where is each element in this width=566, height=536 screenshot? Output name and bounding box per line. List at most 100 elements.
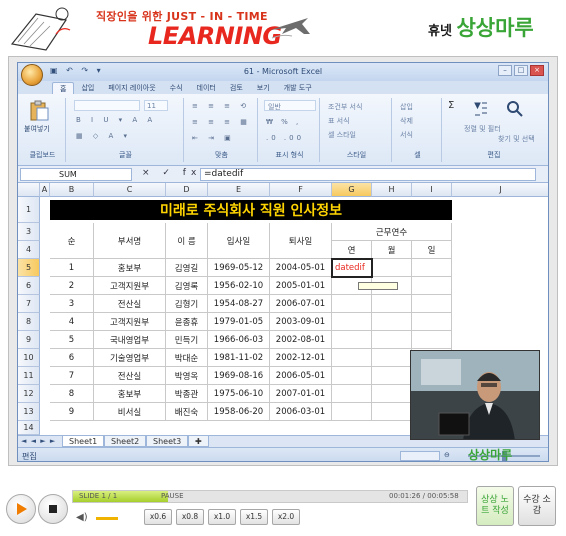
select-all-corner[interactable] — [18, 183, 40, 197]
header-join-date[interactable]: 입사일 — [208, 223, 270, 259]
cell-leave-date[interactable]: 2004-05-01 — [270, 259, 332, 277]
header-name[interactable]: 이 름 — [166, 223, 208, 259]
decimal-buttons[interactable]: .0 .00 — [266, 134, 304, 142]
cell-no[interactable]: 4 — [50, 313, 94, 331]
formula-controls[interactable]: × ✓ fx — [142, 168, 201, 178]
speed-button-1-5[interactable]: x1.5 — [240, 509, 268, 525]
speed-button-2-0[interactable]: x2.0 — [272, 509, 300, 525]
cell-month[interactable] — [372, 403, 412, 421]
cell-no[interactable]: 6 — [50, 349, 94, 367]
cell-dept[interactable]: 전산실 — [94, 367, 166, 385]
paste-label[interactable]: 붙여넣기 — [24, 124, 50, 134]
cell-join-date[interactable]: 1969-05-12 — [208, 259, 270, 277]
paste-icon[interactable] — [28, 100, 50, 122]
cell-no[interactable]: 7 — [50, 367, 94, 385]
row-header[interactable]: 5 — [18, 259, 40, 277]
volume-icon[interactable]: ◀) — [76, 512, 88, 523]
cell-no[interactable]: 1 — [50, 259, 94, 277]
cell-month[interactable] — [372, 259, 412, 277]
cell-dept[interactable]: 전산실 — [94, 295, 166, 313]
cell-day[interactable] — [412, 277, 452, 295]
cell-leave-date[interactable]: 2006-03-01 — [270, 403, 332, 421]
cell-join-date[interactable]: 1981-11-02 — [208, 349, 270, 367]
header-year[interactable]: 연 — [332, 241, 372, 259]
autosum-icon[interactable]: Σ — [448, 100, 454, 111]
cell-leave-date[interactable]: 2007-01-01 — [270, 385, 332, 403]
row-header[interactable]: 3 — [18, 223, 40, 241]
cell-day[interactable] — [412, 259, 452, 277]
tab-review[interactable]: 검토 — [223, 82, 250, 94]
sheet-title[interactable]: 미래로 주식회사 직원 인사정보 — [50, 200, 452, 220]
conditional-format-button[interactable]: 조건부 서식 — [328, 102, 362, 112]
maximize-icon[interactable]: □ — [514, 65, 528, 76]
column-header-d[interactable]: D — [166, 183, 208, 197]
row-header[interactable]: 12 — [18, 385, 40, 403]
column-header-a[interactable]: A — [40, 183, 50, 197]
close-icon[interactable]: × — [530, 65, 544, 76]
row-header[interactable]: 7 — [18, 295, 40, 313]
cell-name[interactable]: 배진숙 — [166, 403, 208, 421]
header-leave-date[interactable]: 퇴사일 — [270, 223, 332, 259]
cell-dept[interactable]: 고객지원부 — [94, 277, 166, 295]
cell-day[interactable] — [412, 295, 452, 313]
number-format-select[interactable]: 일반 — [264, 100, 316, 111]
cell-month[interactable] — [372, 385, 412, 403]
row-header[interactable]: 11 — [18, 367, 40, 385]
row-header[interactable]: 4 — [18, 241, 40, 259]
cell-no[interactable]: 5 — [50, 331, 94, 349]
cell-join-date[interactable]: 1958-06-20 — [208, 403, 270, 421]
cell-month[interactable] — [372, 331, 412, 349]
header-month[interactable]: 월 — [372, 241, 412, 259]
cell-dept[interactable]: 국내영업부 — [94, 331, 166, 349]
header-day[interactable]: 일 — [412, 241, 452, 259]
horizontal-align-buttons[interactable]: ≡ ≡ ≡ ▦ — [192, 118, 251, 126]
cell-style-button[interactable]: 셀 스타일 — [328, 130, 356, 140]
cell-name[interactable]: 박영옥 — [166, 367, 208, 385]
cell-day[interactable] — [412, 313, 452, 331]
play-button[interactable] — [6, 494, 36, 524]
new-sheet-icon[interactable]: ✚ — [188, 436, 209, 447]
minimize-icon[interactable]: – — [498, 65, 512, 76]
row-header[interactable]: 1 — [18, 197, 40, 223]
sheet-tab-1[interactable]: Sheet1 — [62, 436, 105, 447]
stop-button[interactable] — [38, 494, 68, 524]
sort-filter-label[interactable]: 정렬 및 필터 — [464, 124, 501, 134]
cell-year[interactable] — [332, 367, 372, 385]
cell-year[interactable] — [332, 313, 372, 331]
column-header-f[interactable]: F — [270, 183, 332, 197]
cell-join-date[interactable]: 1954-08-27 — [208, 295, 270, 313]
tab-home[interactable]: 홈 — [52, 82, 75, 94]
tab-view[interactable]: 보기 — [250, 82, 277, 94]
cell-join-date[interactable]: 1969-08-16 — [208, 367, 270, 385]
speed-button-1-0[interactable]: x1.0 — [208, 509, 236, 525]
cell-no[interactable]: 3 — [50, 295, 94, 313]
column-header-i[interactable]: I — [412, 183, 452, 197]
cell-name[interactable]: 민득기 — [166, 331, 208, 349]
row-header[interactable]: 9 — [18, 331, 40, 349]
tab-formulas[interactable]: 수식 — [163, 82, 190, 94]
column-header-e[interactable]: E — [208, 183, 270, 197]
speed-button-0-6[interactable]: x0.6 — [144, 509, 172, 525]
cell-no[interactable]: 9 — [50, 403, 94, 421]
row-header[interactable]: 14 — [18, 421, 40, 435]
format-cells-button[interactable]: 서식 — [400, 130, 413, 140]
cell-dept[interactable]: 홍보부 — [94, 385, 166, 403]
volume-slider[interactable] — [96, 517, 118, 520]
cell-year[interactable] — [332, 385, 372, 403]
cell-name[interactable]: 박대순 — [166, 349, 208, 367]
cell-leave-date[interactable]: 2005-01-01 — [270, 277, 332, 295]
cell-month[interactable] — [372, 295, 412, 313]
find-select-label[interactable]: 찾기 및 선택 — [498, 134, 535, 144]
find-select-icon[interactable] — [506, 100, 524, 118]
cell-leave-date[interactable]: 2002-08-01 — [270, 331, 332, 349]
active-cell-g5[interactable]: datedif — [331, 258, 373, 278]
column-header-c[interactable]: C — [94, 183, 166, 197]
cell-month[interactable] — [372, 313, 412, 331]
indent-buttons[interactable]: ⇤ ⇥ ▣ — [192, 134, 235, 142]
font-size-select[interactable]: 11 — [144, 100, 168, 111]
cell-name[interactable]: 윤종휴 — [166, 313, 208, 331]
cell-join-date[interactable]: 1966-06-03 — [208, 331, 270, 349]
cell-year[interactable] — [332, 331, 372, 349]
review-button[interactable]: 수강 소감 — [518, 486, 556, 526]
cell-leave-date[interactable]: 2003-09-01 — [270, 313, 332, 331]
